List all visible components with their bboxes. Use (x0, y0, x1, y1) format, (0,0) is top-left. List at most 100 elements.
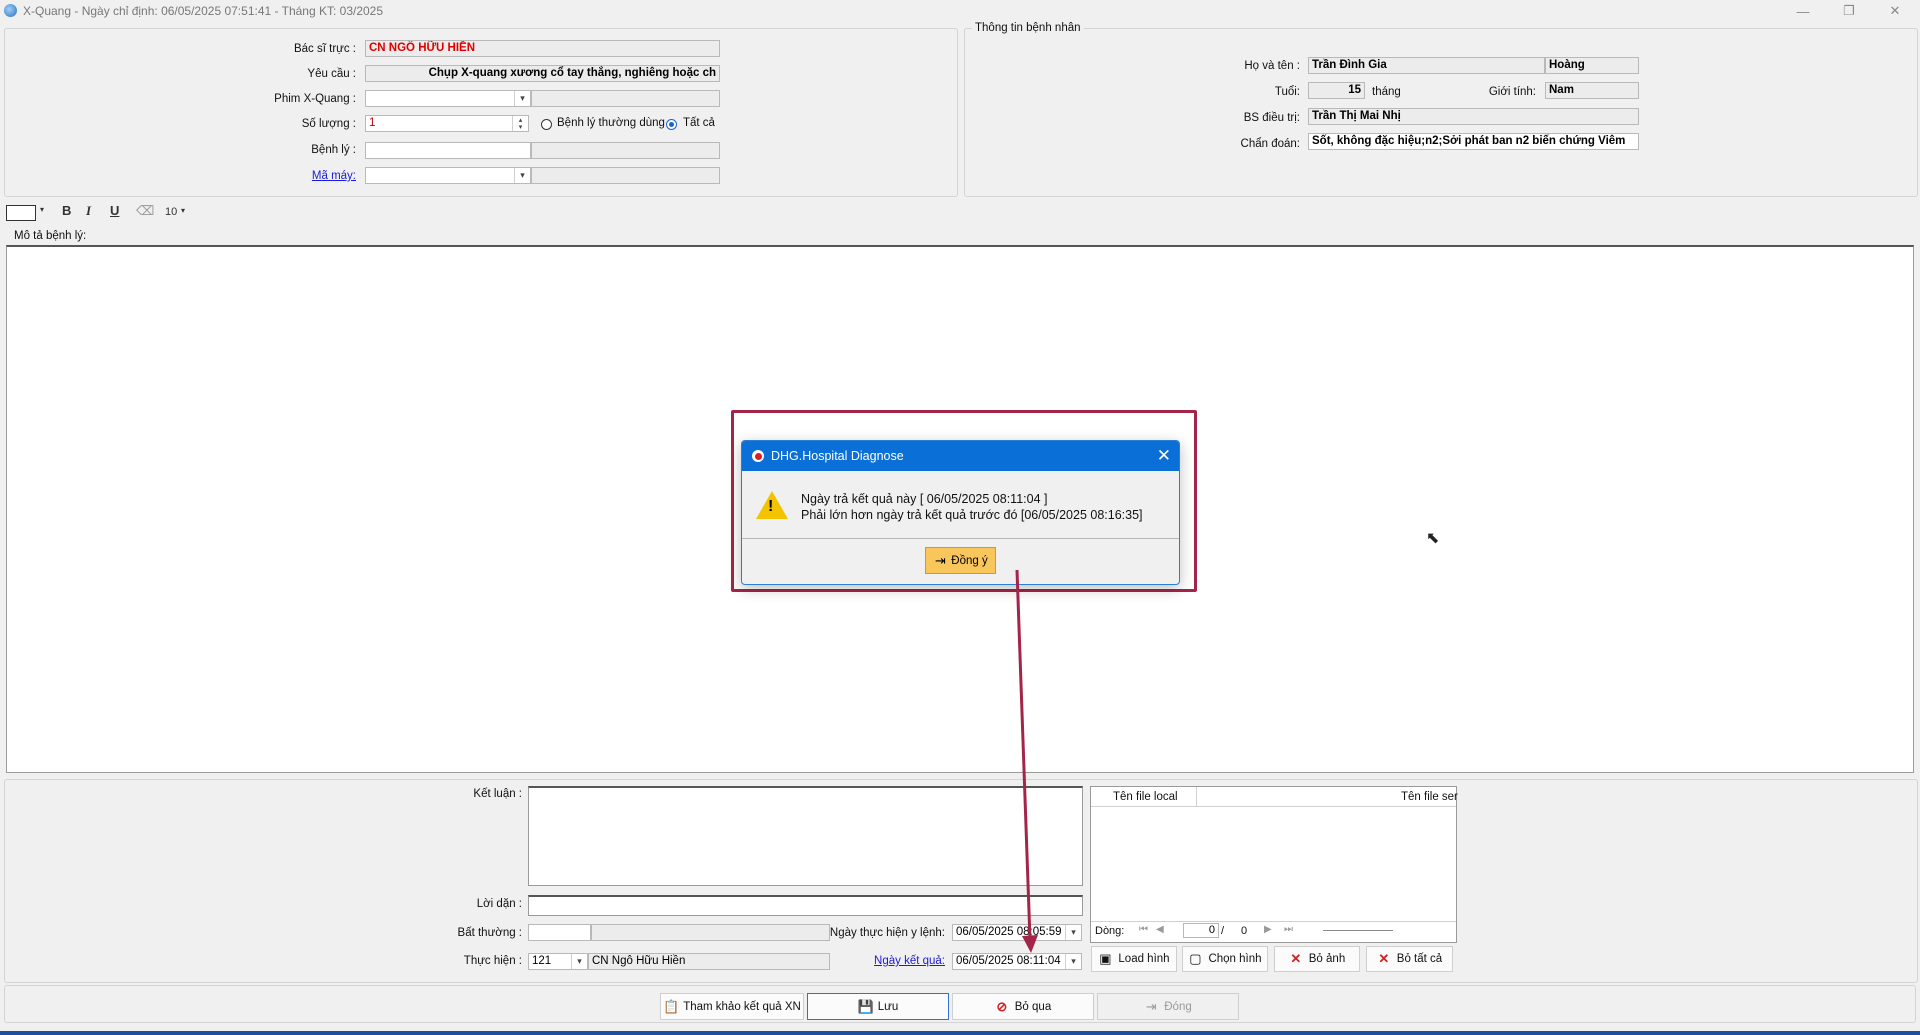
disease-label: Bệnh lý : (311, 144, 356, 156)
app-icon (4, 4, 17, 17)
chevron-down-icon[interactable]: ▾ (514, 91, 530, 106)
image-icon: ▢ (1189, 951, 1202, 966)
machine-code-link[interactable]: Mã máy: (200, 170, 356, 182)
conclusion-label: Kết luận : (473, 788, 522, 800)
radio-all-label: Tất cả (683, 117, 715, 129)
quantity-stepper[interactable]: 1 ▴ ▾ (365, 115, 529, 132)
first-record-icon[interactable]: ⏮ (1139, 924, 1148, 935)
eraser-icon[interactable]: ⌫ (136, 203, 154, 219)
dialog-title: DHG.Hospital Diagnose (771, 449, 904, 463)
color-picker[interactable] (6, 205, 36, 221)
remove-image-label: Bỏ ảnh (1308, 953, 1346, 965)
radio-common-disease[interactable] (541, 119, 552, 130)
choose-image-button[interactable]: ▢ Chọn hình (1182, 946, 1268, 972)
skip-label: Bỏ qua (1014, 1000, 1052, 1013)
row-current-input[interactable]: 0 (1183, 923, 1219, 938)
age-unit: tháng (1372, 86, 1401, 98)
advice-label: Lời dặn : (476, 898, 522, 910)
chevron-down-icon[interactable]: ▾ (40, 205, 44, 214)
gender-label: Giới tính: (1488, 86, 1536, 98)
door-exit-icon: ⇥ (934, 552, 946, 568)
previous-record-icon[interactable]: ◀ (1156, 924, 1164, 935)
advice-input[interactable] (528, 895, 1083, 916)
col-server-header[interactable]: Tên file ser (1401, 791, 1458, 803)
machine-combo[interactable]: ▾ (365, 167, 531, 184)
result-date-picker[interactable]: 06/05/2025 08:11:04 ▾ (952, 953, 1082, 970)
dialog-message-line2: Phải lớn hơn ngày trả kết quả trước đó [… (801, 508, 1143, 522)
radio-common-label: Bệnh lý thường dùng (557, 117, 665, 129)
window-title: X-Quang - Ngày chỉ định: 06/05/2025 07:5… (23, 4, 384, 18)
chevron-down-icon[interactable]: ▾ (571, 954, 587, 969)
ok-button[interactable]: ⇥ Đồng ý (925, 547, 996, 574)
title-bar: X-Quang - Ngày chỉ định: 06/05/2025 07:5… (0, 0, 1920, 22)
exec-date-picker[interactable]: 06/05/2025 08:05:59 ▾ (952, 924, 1082, 941)
chevron-down-icon[interactable]: ▾ (1065, 954, 1081, 969)
last-record-icon[interactable]: ⏭ (1284, 924, 1293, 935)
result-date-link[interactable]: Ngày kết quả: (820, 955, 945, 967)
request-label: Yêu cầu : (307, 68, 356, 80)
exec-date-label: Ngày thực hiện y lệnh: (829, 927, 945, 939)
row-total: 0 (1241, 925, 1248, 937)
performer-label: Thực hiện : (463, 955, 522, 967)
grid-nav-divider (1091, 921, 1456, 922)
performer-name: CN Ngô Hữu Hiền (588, 953, 830, 970)
minimize-button[interactable]: — (1780, 0, 1826, 22)
file-grid[interactable]: Tên file local Tên file ser Dòng: ⏮ ◀ 0 … (1090, 786, 1458, 943)
dialog-separator (742, 538, 1179, 539)
spin-icon[interactable]: ▴ ▾ (512, 116, 528, 131)
load-image-button[interactable]: ▣ Load hình (1091, 946, 1177, 972)
film-combo[interactable]: ▾ (365, 90, 531, 107)
chevron-down-icon[interactable]: ▾ (514, 168, 530, 183)
font-size-select[interactable]: 10 (165, 206, 177, 218)
quantity-value: 1 (369, 117, 376, 129)
cursor-arrow-icon: ⬉ (1426, 530, 1440, 547)
reference-label: Tham khảo kết quả XN (683, 1000, 801, 1013)
save-label: Lưu (877, 1000, 899, 1013)
disease-input[interactable] (365, 142, 531, 159)
description-label: Mô tả bệnh lý: (14, 230, 87, 242)
doctor-label: Bác sĩ trực : (293, 43, 356, 55)
chevron-down-icon[interactable]: ▾ (181, 206, 185, 215)
col-divider (1196, 787, 1197, 806)
next-record-icon[interactable]: ▶ (1264, 924, 1272, 935)
choose-image-label: Chọn hình (1208, 953, 1262, 965)
grid-scrollbar[interactable] (1323, 930, 1393, 931)
chevron-down-icon[interactable]: ▾ (1065, 925, 1081, 940)
reference-results-button[interactable]: 📋 Tham khảo kết quả XN (660, 993, 804, 1020)
request-field: Chụp X-quang xương cổ tay thẳng, nghiêng… (365, 65, 720, 82)
film-description (531, 90, 720, 107)
dialog-title-bar: DHG.Hospital Diagnose ✕ (742, 441, 1179, 471)
patient-group-title: Thông tin bệnh nhân (972, 22, 1084, 34)
age-label: Tuổi: (1274, 86, 1300, 98)
dialog-close-button[interactable]: ✕ (1157, 446, 1171, 466)
taskbar-edge (0, 1031, 1920, 1035)
exec-date-value: 06/05/2025 08:05:59 (956, 926, 1062, 938)
warning-exclamation: ! (768, 498, 774, 515)
age-field: 15 (1308, 82, 1365, 99)
row-separator: / (1221, 925, 1225, 937)
treating-doctor-label: BS điều trị: (1243, 112, 1300, 124)
abnormal-input[interactable] (528, 924, 591, 941)
close-button[interactable]: ⇥ Đóng (1097, 993, 1239, 1020)
save-button[interactable]: 💾 Lưu (807, 993, 949, 1020)
col-local-header[interactable]: Tên file local (1113, 791, 1178, 803)
radio-all[interactable] (666, 119, 677, 130)
bold-button[interactable]: B (62, 203, 71, 218)
performer-code: 121 (532, 955, 552, 967)
dialog-message: Ngày trả kết quả này [ 06/05/2025 08:11:… (801, 491, 1143, 523)
skip-button[interactable]: ⊘ Bỏ qua (952, 993, 1094, 1020)
underline-button[interactable]: U (110, 203, 119, 218)
italic-button[interactable]: I (86, 203, 91, 219)
dialog-message-line1: Ngày trả kết quả này [ 06/05/2025 08:11:… (801, 492, 1048, 506)
load-image-label: Load hình (1118, 953, 1170, 965)
close-window-button[interactable]: ✕ (1872, 0, 1918, 22)
ok-label: Đồng ý (951, 554, 988, 567)
remove-all-button[interactable]: ✕ Bỏ tất cả (1366, 946, 1453, 972)
performer-combo[interactable]: 121 ▾ (528, 953, 588, 970)
delete-x-icon: ✕ (1290, 951, 1302, 966)
restore-button[interactable]: ❐ (1826, 0, 1872, 22)
doctor-field: CN NGÔ HỮU HIỀN (365, 40, 720, 57)
conclusion-editor[interactable] (528, 786, 1083, 886)
remove-image-button[interactable]: ✕ Bỏ ảnh (1274, 946, 1360, 972)
message-dialog: DHG.Hospital Diagnose ✕ ! Ngày trả kết q… (741, 440, 1180, 585)
